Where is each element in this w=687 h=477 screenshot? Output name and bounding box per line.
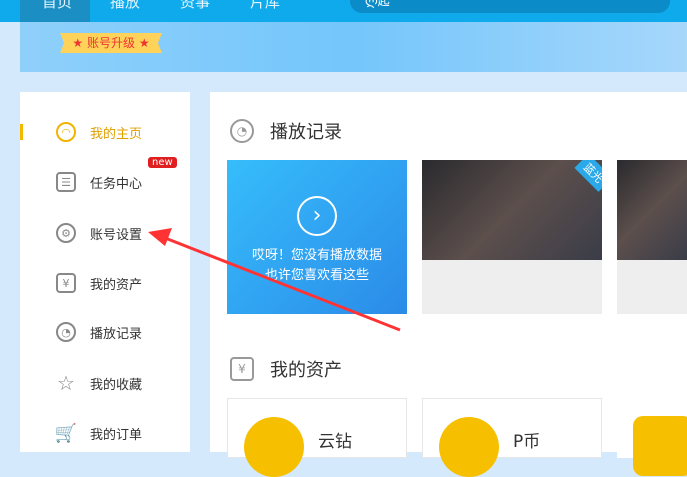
annotation-arrow <box>148 228 401 332</box>
